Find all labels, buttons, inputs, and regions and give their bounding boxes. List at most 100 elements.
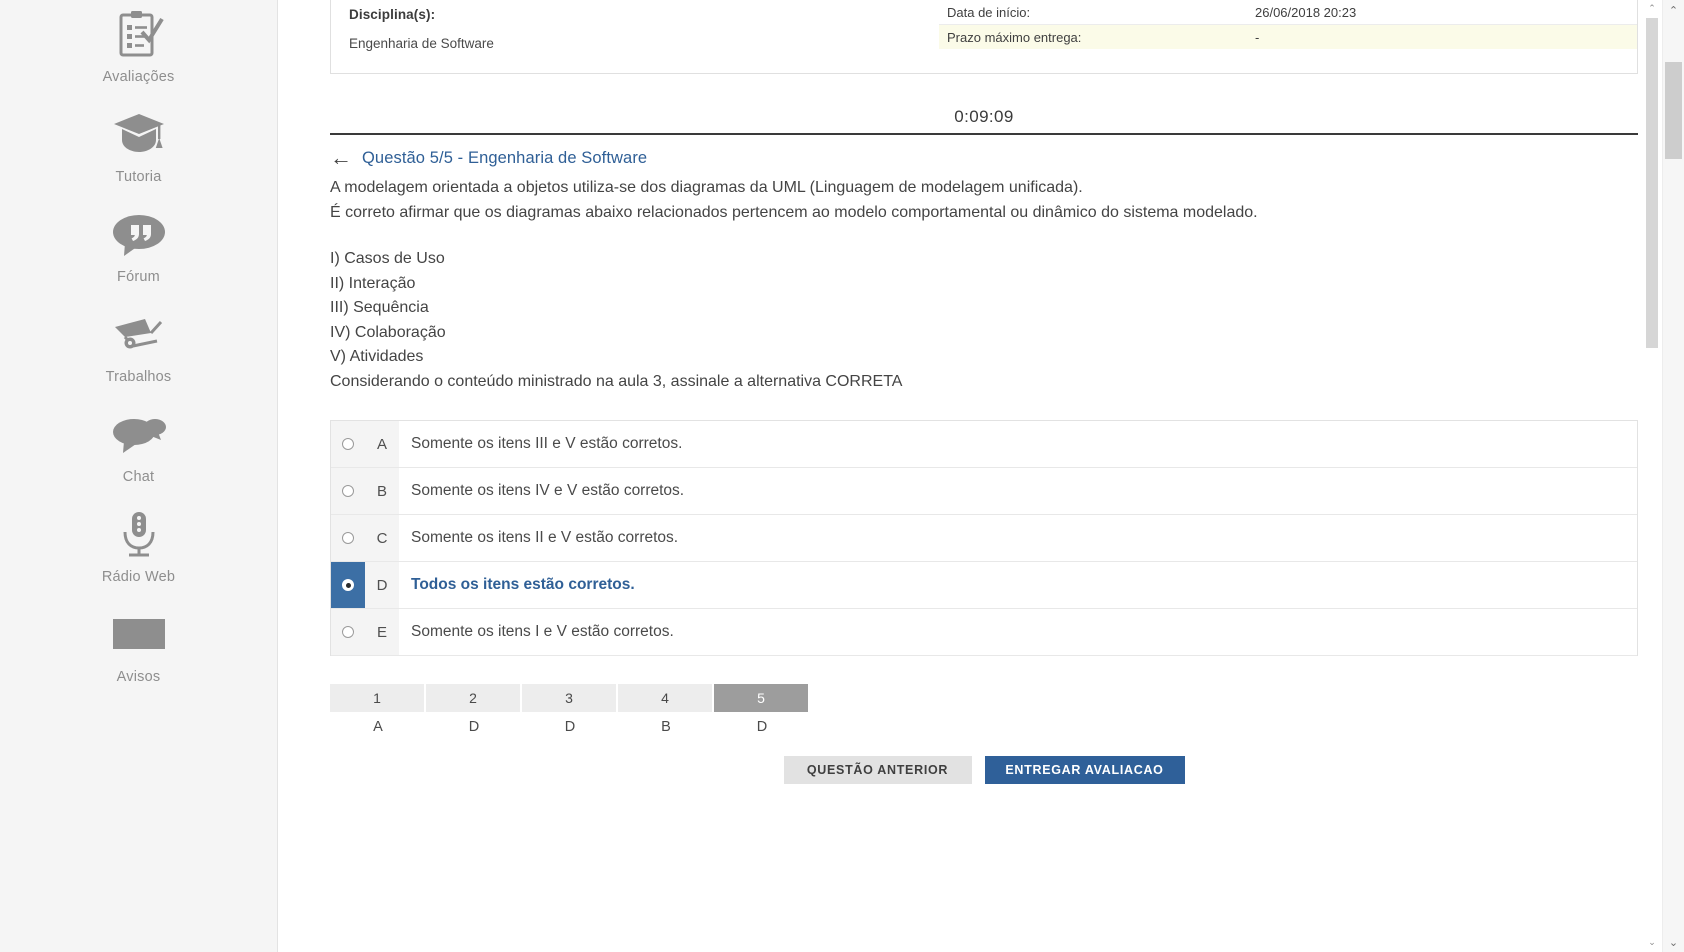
sidebar-item-chat[interactable]: Chat — [0, 406, 277, 485]
main-content: Disciplina(s): Engenharia de Software Da… — [278, 0, 1684, 952]
radio-button-d[interactable] — [342, 579, 354, 591]
sidebar-item-label: Tutoria — [115, 169, 162, 185]
question-body: A modelagem orientada a objetos utiliza-… — [330, 176, 1638, 394]
answer-option-d[interactable]: D Todos os itens estão corretos. — [331, 562, 1637, 609]
question-header[interactable]: ← Questão 5/5 - Engenharia de Software — [330, 147, 1638, 169]
question-number[interactable]: 2 — [426, 684, 522, 712]
question-item-list: I) Casos de Uso II) Interação III) Sequê… — [330, 247, 1638, 370]
microphone-icon — [107, 506, 171, 564]
envelope-icon — [107, 606, 171, 664]
inner-scroll-down-icon[interactable]: ⌄ — [1645, 934, 1659, 950]
scroll-thumb[interactable] — [1665, 62, 1682, 159]
list-item: II) Interação — [330, 274, 416, 292]
question-nav-item-1[interactable]: 1 A — [330, 684, 426, 742]
question-paragraph-1: A modelagem orientada a objetos utiliza-… — [330, 179, 1083, 196]
sidebar-item-label: Avaliações — [102, 69, 175, 85]
inner-scroll-thumb[interactable] — [1646, 18, 1658, 348]
deadline-value: - — [1255, 29, 1260, 45]
question-number[interactable]: 5 — [714, 684, 810, 712]
question-nav-item-4[interactable]: 4 B — [618, 684, 714, 742]
option-letter: A — [365, 421, 399, 467]
option-text: Somente os itens III e V estão corretos. — [411, 435, 683, 452]
action-buttons: QUESTÃO ANTERIOR ENTREGAR AVALIACAO — [330, 756, 1638, 784]
question-title: Questão 5/5 - Engenharia de Software — [362, 148, 648, 167]
question-answer: B — [661, 719, 671, 735]
question-number[interactable]: 1 — [330, 684, 426, 712]
inner-scrollbar[interactable]: ⌃ ⌄ — [1645, 0, 1659, 952]
start-date-value: 26/06/2018 20:23 — [1255, 4, 1357, 20]
previous-question-button[interactable]: QUESTÃO ANTERIOR — [783, 756, 972, 784]
radio-button-b[interactable] — [342, 485, 354, 497]
discipline-label: Disciplina(s): — [349, 7, 436, 22]
option-letter: B — [365, 468, 399, 514]
radio-cell[interactable] — [331, 562, 365, 608]
timer-divider — [330, 133, 1638, 135]
list-item: IV) Colaboração — [330, 323, 446, 341]
graduation-cap-icon — [107, 106, 171, 164]
question-instruction: Considerando o conteúdo ministrado na au… — [330, 372, 903, 390]
discipline-block: Disciplina(s): Engenharia de Software — [331, 0, 939, 73]
chat-bubbles-icon — [107, 406, 171, 464]
clipboard-check-icon — [107, 6, 171, 64]
sidebar-item-avisos[interactable]: Avisos — [0, 606, 277, 685]
question-nav-item-2[interactable]: 2 D — [426, 684, 522, 742]
radio-cell[interactable] — [331, 515, 365, 561]
sidebar-item-tutoria[interactable]: Tutoria — [0, 106, 277, 185]
option-letter: E — [365, 609, 399, 655]
answer-option-c[interactable]: C Somente os itens II e V estão corretos… — [331, 515, 1637, 562]
option-text: Somente os itens IV e V estão corretos. — [411, 482, 685, 499]
answer-option-a[interactable]: A Somente os itens III e V estão correto… — [331, 421, 1637, 468]
answer-options-list: A Somente os itens III e V estão correto… — [330, 420, 1638, 656]
discipline-value: Engenharia de Software — [349, 36, 494, 51]
back-arrow-icon[interactable]: ← — [330, 147, 352, 169]
sidebar-item-trabalhos[interactable]: Trabalhos — [0, 306, 277, 385]
sidebar-item-label: Chat — [122, 469, 155, 485]
sidebar-item-label: Avisos — [116, 669, 161, 685]
radio-button-e[interactable] — [342, 626, 354, 638]
radio-button-a[interactable] — [342, 438, 354, 450]
sidebar-item-radio-web[interactable]: Rádio Web — [0, 506, 277, 585]
sidebar-item-avaliacoes[interactable]: Avaliações — [0, 6, 277, 85]
question-nav-item-3[interactable]: 3 D — [522, 684, 618, 742]
browser-scrollbar[interactable]: ⌃ ⌄ — [1662, 0, 1684, 952]
assessment-info-panel: Disciplina(s): Engenharia de Software Da… — [330, 0, 1638, 74]
option-text: Somente os itens II e V estão corretos. — [411, 529, 679, 546]
deadline-label: Prazo máximo entrega: — [947, 29, 1082, 45]
quote-bubble-icon — [107, 206, 171, 264]
question-answer: D — [564, 719, 576, 735]
option-text: Somente os itens I e V estão corretos. — [411, 623, 674, 640]
sidebar-item-forum[interactable]: Fórum — [0, 206, 277, 285]
question-answer: A — [373, 719, 383, 735]
question-answer: D — [756, 719, 768, 735]
list-item: III) Sequência — [330, 299, 429, 316]
question-number[interactable]: 4 — [618, 684, 714, 712]
question-number[interactable]: 3 — [522, 684, 618, 712]
answer-option-b[interactable]: B Somente os itens IV e V estão corretos… — [331, 468, 1637, 515]
scroll-up-icon[interactable]: ⌃ — [1663, 0, 1684, 20]
list-item: I) Casos de Uso — [330, 250, 445, 267]
option-text: Todos os itens estão corretos. — [411, 576, 635, 593]
table-row: Data de início: 26/06/2018 20:23 — [939, 0, 1637, 25]
question-answer: D — [468, 719, 480, 735]
sidebar: Avaliações Tutoria Fórum Trabalhos Chat … — [0, 0, 278, 952]
start-date-label: Data de início: — [947, 4, 1031, 20]
question-navigation: 1 A 2 D 3 D 4 B 5 D — [330, 684, 814, 742]
submit-assessment-button[interactable]: ENTREGAR AVALIACAO — [984, 756, 1185, 784]
assessment-dates-table: Data de início: 26/06/2018 20:23 Prazo m… — [939, 0, 1637, 73]
option-letter: D — [365, 562, 399, 608]
question-paragraph-2: É correto afirmar que os diagramas abaix… — [330, 203, 1258, 221]
radio-cell[interactable] — [331, 468, 365, 514]
scroll-down-icon[interactable]: ⌄ — [1663, 932, 1684, 952]
countdown-timer: 0:09:09 — [954, 107, 1014, 126]
answer-option-e[interactable]: E Somente os itens I e V estão corretos. — [331, 609, 1637, 656]
radio-cell[interactable] — [331, 609, 365, 655]
question-nav-item-5[interactable]: 5 D — [714, 684, 810, 742]
app-root: Avaliações Tutoria Fórum Trabalhos Chat … — [0, 0, 1684, 952]
radio-cell[interactable] — [331, 421, 365, 467]
table-row: Prazo máximo entrega: - — [939, 25, 1637, 49]
wheelbarrow-icon — [107, 306, 171, 364]
radio-button-c[interactable] — [342, 532, 354, 544]
sidebar-item-label: Fórum — [117, 269, 160, 285]
inner-scroll-up-icon[interactable]: ⌃ — [1645, 0, 1659, 16]
